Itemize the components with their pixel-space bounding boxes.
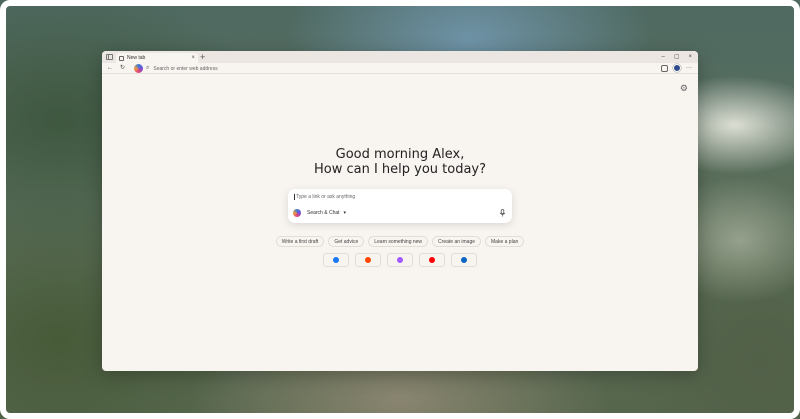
toolbar-actions: ··· [661, 64, 692, 72]
site-shortcuts [102, 253, 698, 267]
assistant-logo-icon [293, 209, 301, 217]
browser-logo-icon[interactable] [134, 64, 143, 73]
extensions-icon[interactable] [661, 64, 668, 72]
address-bar[interactable]: ⌕ Search or enter web address [146, 64, 626, 73]
suggestion-chip[interactable]: Learn something new [368, 236, 429, 247]
shortcut-reddit[interactable] [355, 253, 381, 267]
chevron-down-icon: ▾ [343, 210, 347, 216]
reload-button[interactable]: ↻ [120, 65, 125, 72]
more-menu-button[interactable]: ··· [686, 65, 692, 72]
suggestion-chip[interactable]: Write a first draft [275, 236, 325, 247]
youtube-icon [429, 257, 435, 263]
greeting-line-2: How can I help you today? [313, 162, 487, 177]
figma-icon [397, 257, 403, 263]
composer-placeholder: Type a link or ask anything [296, 194, 356, 200]
suggestion-chip[interactable]: Create an image [432, 236, 482, 247]
chat-composer: Type a link or ask anything Search & Cha… [288, 189, 512, 223]
linkedin-icon [461, 257, 467, 263]
facebook-icon [333, 257, 339, 263]
settings-gear-icon[interactable]: ⚙ [680, 83, 688, 93]
text-caret [294, 194, 295, 200]
close-window-button[interactable]: × [688, 53, 692, 61]
shortcut-figma[interactable] [387, 253, 413, 267]
back-button[interactable]: ← [107, 65, 113, 72]
reddit-icon [365, 257, 371, 263]
profile-avatar[interactable] [673, 64, 681, 72]
address-placeholder: Search or enter web address [153, 65, 218, 72]
search-icon: ⌕ [146, 65, 150, 71]
shortcut-youtube[interactable] [419, 253, 445, 267]
new-tab-button[interactable]: + [200, 52, 205, 62]
tab-bar: New tab × + – ▢ × [102, 51, 698, 63]
mode-label: Search & Chat [307, 210, 340, 216]
browser-toolbar: ← ↻ ⌕ Search or enter web address ··· [102, 63, 698, 74]
maximize-button[interactable]: ▢ [674, 53, 680, 61]
tab-new-tab[interactable]: New tab × [116, 53, 198, 63]
greeting-line-1: Good morning Alex, [335, 147, 465, 162]
tab-close-icon[interactable]: × [191, 54, 195, 62]
microphone-icon[interactable] [499, 209, 506, 217]
sidebar-toggle-icon[interactable] [106, 54, 113, 60]
browser-window: New tab × + – ▢ × ← ↻ ⌕ Search or enter … [102, 51, 698, 371]
shortcut-linkedin[interactable] [451, 253, 477, 267]
window-controls: – ▢ × [661, 53, 692, 61]
suggestion-chips: Write a first draft Get advice Learn som… [102, 236, 698, 247]
minimize-button[interactable]: – [661, 53, 664, 61]
composer-input[interactable]: Type a link or ask anything [294, 194, 355, 200]
suggestion-chip[interactable]: Make a plan [485, 236, 525, 247]
mode-selector[interactable]: Search & Chat ▾ [293, 209, 346, 217]
tab-favicon-icon [119, 55, 124, 61]
tab-title: New tab [127, 55, 146, 61]
suggestion-chip[interactable]: Get advice [328, 236, 365, 247]
shortcut-facebook[interactable] [323, 253, 349, 267]
greeting: Good morning Alex, How can I help you to… [102, 147, 698, 177]
